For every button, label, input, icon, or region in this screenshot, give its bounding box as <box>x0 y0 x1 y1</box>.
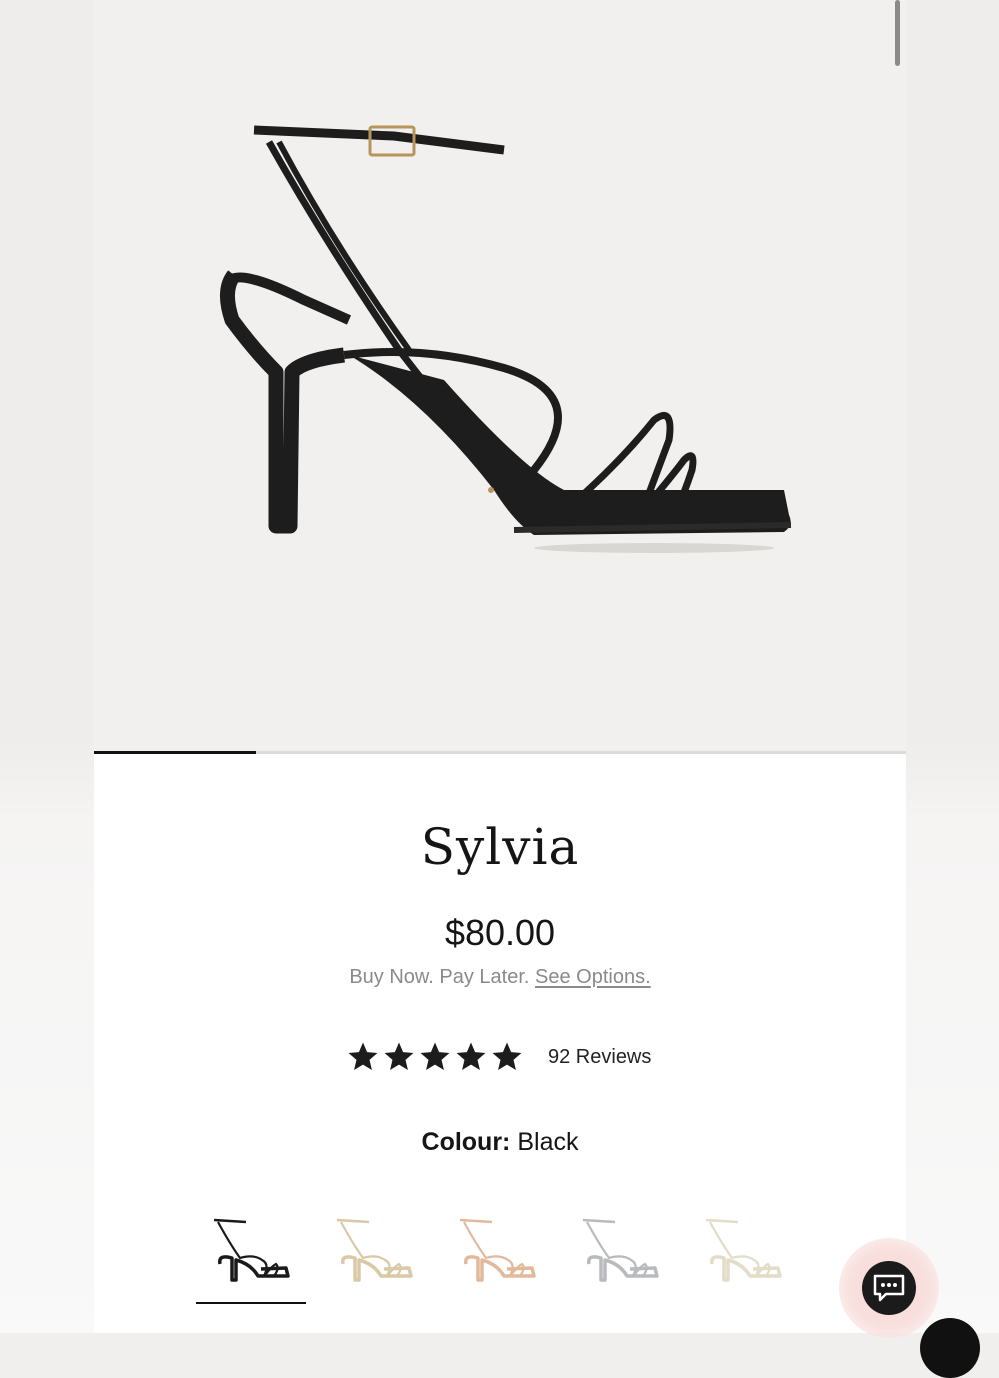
chat-bubble-icon <box>873 1274 905 1302</box>
sandal-thumbnail <box>336 1218 413 1282</box>
sandal-thumbnail <box>582 1218 659 1282</box>
product-rating[interactable]: 92 Reviews <box>346 1040 651 1074</box>
colour-swatch[interactable] <box>319 1206 429 1304</box>
accessibility-button[interactable] <box>920 1318 980 1378</box>
gallery-progress-bar <box>94 751 257 754</box>
product-page: Sylvia $80.00 Buy Now. Pay Later. See Op… <box>94 0 980 1378</box>
bnpl-info: Buy Now. Pay Later. See Options. <box>94 966 906 989</box>
colour-swatch[interactable] <box>196 1206 306 1304</box>
colour-swatch[interactable] <box>442 1206 552 1304</box>
colour-swatch[interactable] <box>688 1206 798 1304</box>
right-backdrop <box>906 0 999 1333</box>
colour-swatches <box>196 1206 811 1304</box>
colour-swatch[interactable] <box>565 1206 675 1304</box>
star-icon <box>456 1042 486 1071</box>
sandal-thumbnail <box>459 1218 536 1282</box>
star-icon <box>420 1042 450 1071</box>
star-icon <box>384 1042 414 1071</box>
left-backdrop <box>0 0 94 1333</box>
scroll-indicator[interactable] <box>895 0 900 66</box>
reviews-count[interactable]: 92 Reviews <box>548 1046 651 1069</box>
colour-selection: Colour: Black <box>94 1128 906 1157</box>
chat-button[interactable] <box>862 1261 916 1315</box>
sandal-thumbnail <box>705 1218 782 1282</box>
gallery-progress-track <box>94 751 906 754</box>
star-rating <box>346 1040 526 1074</box>
colour-value: Black <box>517 1128 579 1156</box>
bnpl-text: Buy Now. Pay Later. <box>349 966 530 988</box>
star-icon <box>492 1042 522 1071</box>
product-title: Sylvia <box>420 818 580 876</box>
colour-label: Colour: <box>421 1128 511 1156</box>
product-price: $80.00 <box>444 912 556 953</box>
see-options-link[interactable]: See Options. <box>535 966 651 988</box>
sandal-thumbnail <box>213 1218 290 1282</box>
star-icon <box>348 1042 378 1071</box>
product-image-gallery[interactable] <box>94 0 906 752</box>
product-image <box>220 125 792 553</box>
